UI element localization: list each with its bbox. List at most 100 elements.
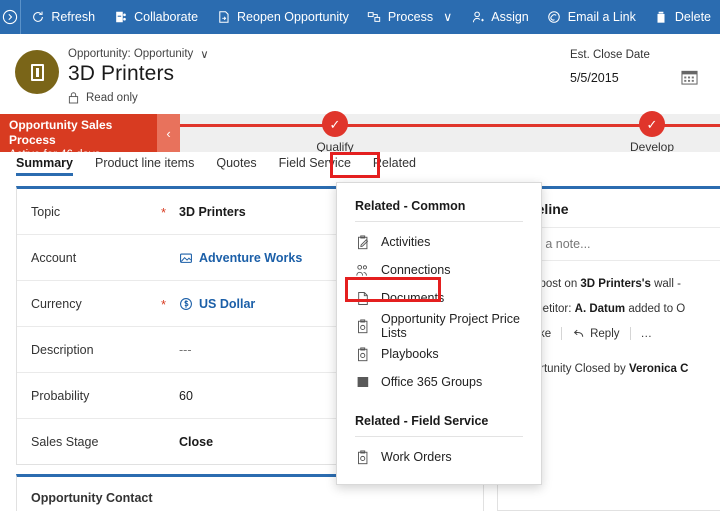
check-icon: ✓ — [322, 111, 348, 137]
field-label: Account — [31, 250, 77, 265]
assign-button[interactable]: Assign — [461, 0, 538, 34]
process-name: Opportunity Sales Process — [9, 118, 113, 147]
highlight-box-documents-item — [345, 277, 441, 302]
menu-item-office-365-groups[interactable]: Office 365 Groups — [337, 368, 541, 396]
tab-related[interactable]: Related — [373, 152, 427, 170]
field-value: 60 — [179, 388, 193, 403]
divider — [629, 327, 631, 340]
menu-item-opportunity-project-price-lists[interactable]: Opportunity Project Price Lists — [337, 312, 541, 340]
avatar — [15, 50, 59, 94]
reopen-opportunity-label: Reopen Opportunity — [237, 9, 349, 24]
collaborate-icon — [113, 10, 128, 25]
required-marker-placeholder — [161, 257, 179, 259]
flyout-group-title: Related - Common — [355, 199, 466, 213]
field-value[interactable]: Adventure Works — [199, 251, 302, 265]
process-name-chip[interactable]: Opportunity Sales Process Active for 46 … — [0, 114, 157, 161]
divider — [355, 221, 523, 222]
divider — [561, 327, 563, 340]
field-value-container: US Dollar — [179, 297, 255, 311]
readonly-status: Read only — [68, 91, 138, 104]
ellipsis-icon: … — [640, 327, 653, 340]
reply-button[interactable]: Reply — [572, 327, 629, 340]
collaborate-label: Collaborate — [134, 9, 199, 24]
check-icon: ✓ — [639, 111, 665, 137]
pricelist-icon — [355, 318, 370, 334]
tab-label: Summary — [16, 156, 73, 170]
email-a-link-label: Email a Link — [567, 9, 636, 24]
reopen-icon — [216, 10, 231, 25]
menu-item-label: Office 365 Groups — [381, 375, 483, 389]
delete-icon — [654, 10, 669, 25]
collapse-process-button[interactable]: ‹ — [157, 114, 180, 152]
email-link-icon — [547, 10, 562, 25]
collaborate-button[interactable]: Collaborate — [104, 0, 207, 34]
entity-selector[interactable]: Opportunity: Opportunity ∨ — [68, 47, 209, 61]
process-label: Process — [387, 9, 434, 24]
field-value-container: Adventure Works — [179, 251, 302, 265]
reply-icon — [572, 327, 585, 340]
menu-item-playbooks[interactable]: Playbooks — [337, 340, 541, 368]
header-est-close-date: Est. Close Date 5/5/2015 — [504, 47, 704, 99]
entry-bold: Veronica C — [628, 363, 689, 375]
readonly-label: Read only — [86, 91, 138, 104]
menu-item-activities[interactable]: Activities — [337, 228, 541, 256]
menu-item-label: Work Orders — [381, 450, 452, 464]
field-value: 3D Printers — [179, 204, 246, 219]
record-header: Opportunity: Opportunity ∨ 3D Printers R… — [0, 34, 720, 108]
page-title: 3D Printers — [68, 62, 175, 85]
chevron-down-icon: ∨ — [443, 9, 453, 24]
flyout-group-title: Related - Field Service — [355, 414, 489, 428]
menu-item-label: Connections — [381, 263, 451, 277]
entry-suffix: wall - — [650, 278, 681, 290]
tab-label: Quotes — [216, 156, 257, 170]
tab-quotes[interactable]: Quotes — [216, 152, 267, 170]
field-label: Description — [31, 342, 94, 357]
workorders-icon — [355, 449, 370, 465]
tab-summary[interactable]: Summary — [16, 152, 84, 176]
required-marker-placeholder — [161, 395, 179, 397]
field-label: Currency — [31, 296, 82, 311]
refresh-label: Refresh — [51, 9, 96, 24]
chevron-left-icon: ‹ — [166, 125, 171, 141]
delete-button[interactable]: Delete — [645, 0, 720, 34]
tab-product-line-items[interactable]: Product line items — [95, 152, 205, 170]
business-process-flow: Opportunity Sales Process Active for 46 … — [0, 111, 720, 161]
account-icon — [179, 251, 193, 265]
email-a-link-button[interactable]: Email a Link — [538, 0, 645, 34]
activities-icon — [355, 234, 370, 250]
field-label: Topic — [31, 204, 61, 219]
related-flyout-menu: Related - Common Activities Connections … — [336, 182, 542, 485]
field-value: --- — [179, 342, 192, 357]
field-value[interactable]: US Dollar — [199, 297, 255, 311]
currency-icon — [179, 297, 193, 311]
delete-label: Delete — [674, 9, 711, 24]
required-marker: * — [161, 297, 167, 312]
command-bar: Refresh Collaborate Reopen Opportunity P… — [0, 0, 720, 34]
entry-bold: 3D Printers's — [580, 278, 651, 290]
tab-label: Product line items — [94, 156, 195, 170]
refresh-icon — [30, 10, 45, 25]
est-close-date-label: Est. Close Date — [570, 49, 650, 61]
menu-item-work-orders[interactable]: Work Orders — [337, 443, 541, 471]
entry-suffix: added to O — [625, 303, 686, 315]
connections-icon — [355, 263, 370, 278]
field-label: Sales Stage — [31, 435, 99, 449]
lock-icon — [68, 91, 79, 104]
office365-icon — [355, 375, 370, 390]
playbooks-icon — [355, 346, 370, 362]
process-button[interactable]: Process ∨ — [358, 0, 461, 34]
expand-command-bar-button[interactable] — [0, 0, 22, 34]
divider — [355, 436, 523, 437]
more-actions-button[interactable]: … — [641, 328, 663, 340]
entry-bold: A. Datum — [574, 303, 626, 315]
field-label: Probability — [31, 388, 90, 403]
calendar-icon[interactable] — [681, 69, 698, 85]
required-marker: * — [161, 205, 167, 220]
opportunity-icon — [30, 63, 44, 81]
highlight-box-related-tab — [330, 152, 380, 178]
reopen-opportunity-button[interactable]: Reopen Opportunity — [207, 0, 358, 34]
assign-label: Assign — [491, 9, 529, 24]
field-value: Close — [179, 435, 214, 449]
refresh-button[interactable]: Refresh — [21, 0, 104, 34]
chevron-down-icon: ∨ — [200, 49, 209, 61]
